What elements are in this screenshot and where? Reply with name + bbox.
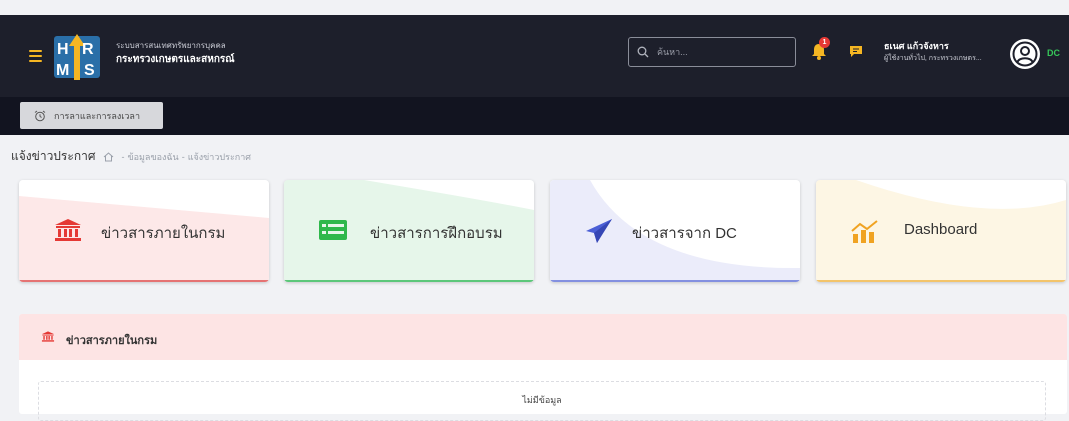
card-internal-news[interactable]: ข่าวสารภายในกรม <box>19 180 269 282</box>
breadcrumb-separator: - <box>181 151 185 162</box>
page-title: แจ้งข่าวประกาศ <box>11 149 96 163</box>
breadcrumb: แจ้งข่าวประกาศ - ข้อมูลของฉัน - แจ้งข่าว… <box>11 147 251 166</box>
card-underline <box>816 280 1066 282</box>
hamburger-menu-icon[interactable] <box>29 50 42 62</box>
leave-attendance-button[interactable]: การลาและการลงเวลา <box>20 102 163 129</box>
brand-subtitle: ระบบสารสนเทศทรัพยากรบุคคล <box>116 41 226 50</box>
chart-icon <box>851 220 878 243</box>
card-dashboard[interactable]: Dashboard <box>816 180 1066 282</box>
card-underline <box>550 280 800 282</box>
panel-header: ข่าวสารภายในกรม <box>19 314 1067 360</box>
bank-icon <box>55 219 81 241</box>
leave-attendance-label: การลาและการลงเวลา <box>54 110 141 121</box>
card-label: ข่าวสารการฝึกอบรม <box>370 225 503 242</box>
card-training-news[interactable]: ข่าวสารการฝึกอบรม <box>284 180 534 282</box>
empty-state: ไม่มีข้อมูล <box>38 381 1046 421</box>
message-icon[interactable] <box>849 45 863 58</box>
top-navbar: H R M S ระบบสารสนเทศทรัพยากรบุคคล กระทรว… <box>0 15 1069 97</box>
user-name[interactable]: ธเนศ แก้วจังหาร <box>884 39 949 53</box>
user-role: ผู้ใช้งานทั่วไป, กระทรวงเกษตร... <box>884 55 982 62</box>
search-icon <box>637 46 649 58</box>
svg-text:S: S <box>84 62 95 79</box>
card-dc-news[interactable]: ข่าวสารจาก DC <box>550 180 800 282</box>
sub-navbar: การลาและการลงเวลา <box>0 97 1069 135</box>
hrms-logo: H R M S <box>54 34 100 80</box>
paper-plane-icon <box>586 219 612 243</box>
card-underline <box>19 280 269 282</box>
bank-icon <box>41 331 55 342</box>
card-label: ข่าวสารภายในกรม <box>101 225 226 242</box>
svg-text:R: R <box>82 41 94 58</box>
breadcrumb-item-announcement: แจ้งข่าวประกาศ <box>187 151 252 162</box>
card-label: ข่าวสารจาก DC <box>632 225 737 242</box>
breadcrumb-item-my-info[interactable]: ข้อมูลของฉัน <box>127 150 178 164</box>
card-underline <box>284 280 534 282</box>
home-icon[interactable] <box>103 151 114 162</box>
card-label: Dashboard <box>904 221 978 238</box>
breadcrumb-separator: - <box>121 151 125 162</box>
svg-text:M: M <box>56 62 69 79</box>
alarm-clock-icon <box>34 110 46 121</box>
search-input[interactable] <box>655 46 789 58</box>
user-avatar-icon[interactable] <box>1010 39 1040 69</box>
panel-title: ข่าวสารภายในกรม <box>66 335 158 347</box>
brand-title: กระทรวงเกษตรและสหกรณ์ <box>116 54 235 65</box>
search-box[interactable] <box>628 37 796 67</box>
notification-badge: 1 <box>819 37 830 48</box>
svg-text:H: H <box>57 41 69 58</box>
training-list-icon <box>319 220 347 240</box>
internal-news-panel: ข่าวสารภายในกรม ไม่มีข้อมูล <box>19 314 1067 421</box>
user-code: DC <box>1047 48 1060 58</box>
